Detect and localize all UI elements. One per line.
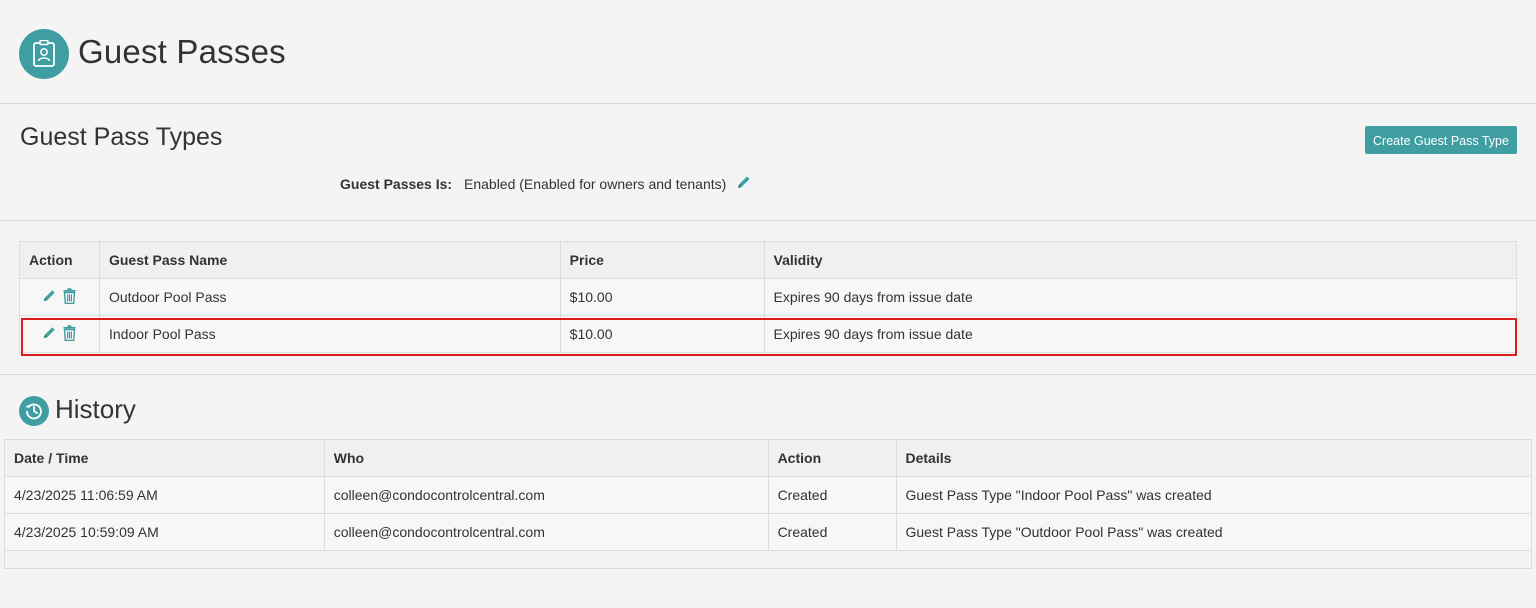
trash-icon[interactable] [63,324,76,344]
table-row: Outdoor Pool Pass $10.00 Expires 90 days… [19,278,1518,316]
column-header-price: Price [559,241,765,279]
column-header-datetime: Date / Time [4,439,325,477]
pencil-icon[interactable] [42,288,57,306]
history-action: Created [767,476,897,514]
table-header-row: Action Guest Pass Name Price Validity [19,241,1518,279]
history-details: Guest Pass Type "Indoor Pool Pass" was c… [895,476,1532,514]
guest-pass-types-table: Action Guest Pass Name Price Validity Ou… [19,241,1518,353]
table-row: Indoor Pool Pass $10.00 Expires 90 days … [19,315,1518,353]
section-title: Guest Pass Types [20,123,223,151]
history-table: Date / Time Who Action Details 4/23/2025… [4,439,1532,551]
pass-name: Indoor Pool Pass [98,315,561,353]
history-title: History [55,394,136,424]
pass-name: Outdoor Pool Pass [98,278,561,316]
id-badge-icon [19,29,69,79]
divider [0,374,1536,375]
row-actions [19,315,100,353]
pass-price: $10.00 [559,278,765,316]
pass-validity: Expires 90 days from issue date [763,315,1518,353]
page-title: Guest Passes [78,33,286,70]
table-row: 4/23/2025 10:59:09 AM colleen@condocontr… [4,513,1532,551]
column-header-who: Who [323,439,769,477]
column-header-details: Details [895,439,1532,477]
guest-passes-status-value: Enabled (Enabled for owners and tenants) [464,176,727,192]
table-row: 4/23/2025 11:06:59 AM colleen@condocontr… [4,476,1532,514]
history-details: Guest Pass Type "Outdoor Pool Pass" was … [895,513,1532,551]
guest-passes-status-label: Guest Passes Is: [340,176,453,192]
page-header: Guest Passes [0,0,1536,104]
table-header-row: Date / Time Who Action Details [4,439,1532,477]
history-action: Created [767,513,897,551]
history-who: colleen@condocontrolcentral.com [323,513,769,551]
guest-pass-types-section: Guest Pass Types Create Guest Pass Type … [0,105,1536,221]
pencil-icon[interactable] [736,174,752,195]
pass-validity: Expires 90 days from issue date [763,278,1518,316]
column-header-action: Action [19,241,100,279]
column-header-action: Action [767,439,897,477]
history-datetime: 4/23/2025 10:59:09 AM [4,513,325,551]
history-who: colleen@condocontrolcentral.com [323,476,769,514]
pass-price: $10.00 [559,315,765,353]
history-datetime: 4/23/2025 11:06:59 AM [4,476,325,514]
history-panel: Date / Time Who Action Details 4/23/2025… [4,439,1532,569]
column-header-validity: Validity [763,241,1518,279]
history-clock-icon [19,396,49,426]
trash-icon[interactable] [63,287,76,307]
row-actions [19,278,100,316]
pencil-icon[interactable] [42,325,57,343]
column-header-name: Guest Pass Name [98,241,561,279]
create-guest-pass-type-button[interactable]: Create Guest Pass Type [1365,126,1517,154]
